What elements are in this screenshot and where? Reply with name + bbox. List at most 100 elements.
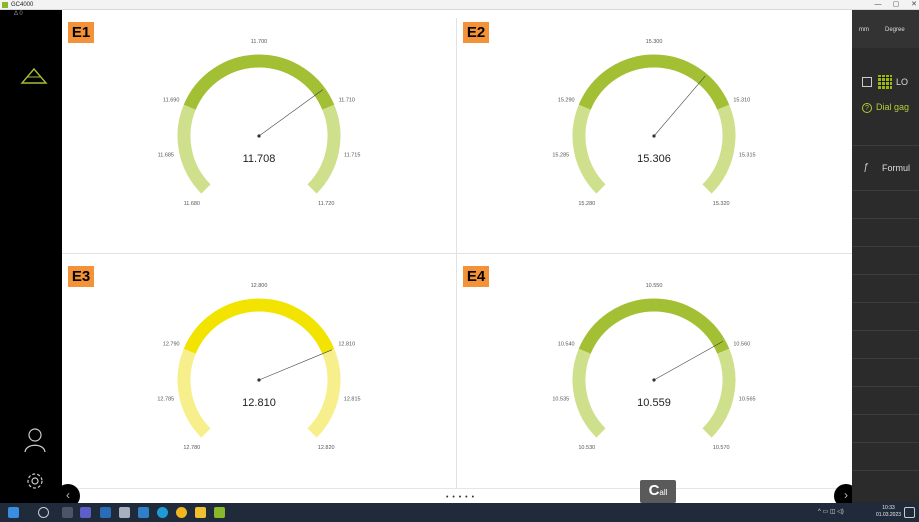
gauge-tick-label: 15.280 bbox=[578, 201, 595, 207]
gauge-tick-label: 10.535 bbox=[552, 397, 569, 403]
clock-date: 01.03.2023 bbox=[876, 512, 902, 518]
gauge-needle-hub bbox=[257, 378, 261, 382]
unit-mm[interactable]: mm bbox=[859, 27, 869, 33]
chevron-right-icon: › bbox=[844, 488, 848, 502]
row-divider bbox=[852, 358, 919, 359]
gauge-arc-high bbox=[702, 348, 736, 438]
gauge-panel-e2[interactable]: E2 15.280 15.285 15.290 15.300 15.310 15.315 1… bbox=[457, 10, 851, 252]
formula-label: Formul bbox=[882, 163, 911, 173]
formula-icon: ƒ bbox=[863, 162, 869, 173]
gauge-arc-high bbox=[307, 348, 341, 438]
gauge-arc-low bbox=[572, 104, 606, 194]
settings-button[interactable] bbox=[25, 471, 45, 491]
gear-icon bbox=[27, 473, 43, 489]
gauge-panel-e1[interactable]: E1 11.680 11.685 11.690 11.700 11.710 11.715 1… bbox=[62, 10, 456, 252]
task-view-icon[interactable] bbox=[62, 507, 73, 518]
outlook-icon[interactable] bbox=[100, 507, 111, 518]
table-grid-icon[interactable] bbox=[878, 75, 892, 89]
row-divider bbox=[852, 302, 919, 303]
edge-icon[interactable] bbox=[157, 507, 168, 518]
gauge-tick-label: 12.820 bbox=[318, 445, 335, 451]
gauge-value: 10.559 bbox=[637, 397, 671, 409]
tray-icons[interactable]: ^ ▭ ◫ ◁) bbox=[818, 508, 844, 515]
right-panel: mm Degree LO ? Dial gag ƒ Formul bbox=[852, 10, 919, 503]
row-divider bbox=[852, 274, 919, 275]
taskbar: ^ ▭ ◫ ◁) 10:33 01.03.2023 bbox=[0, 503, 919, 522]
gauge-arc-high bbox=[307, 104, 341, 194]
log-row[interactable]: LO bbox=[852, 72, 919, 94]
row-divider bbox=[852, 414, 919, 415]
delta-indicator: Δ 0 bbox=[14, 11, 23, 17]
folder-icon[interactable] bbox=[195, 507, 206, 518]
maximize-button[interactable]: ▢ bbox=[889, 0, 903, 10]
measure-mode-button[interactable] bbox=[20, 67, 48, 87]
gauge-tick-label: 11.715 bbox=[344, 153, 360, 159]
gauge-tick-label: 10.540 bbox=[558, 342, 575, 348]
export-icon[interactable] bbox=[862, 77, 872, 87]
unit-degree[interactable]: Degree bbox=[885, 27, 905, 33]
gauge-arc-band bbox=[578, 54, 730, 110]
gauge-arc-low bbox=[177, 104, 211, 194]
call-small-text: all bbox=[659, 488, 668, 497]
row-divider bbox=[852, 330, 919, 331]
call-all-button[interactable]: Call bbox=[640, 480, 676, 503]
dial-gauge-row[interactable]: ? Dial gag bbox=[852, 100, 919, 118]
gauge-needle-hub bbox=[652, 134, 656, 138]
gauge-tick-label: 11.690 bbox=[163, 98, 179, 104]
gauge-panel-e3[interactable]: E3 12.780 12.785 12.790 12.800 12.810 12.815 1… bbox=[62, 254, 456, 496]
notification-icon[interactable] bbox=[904, 507, 915, 518]
gauge-tick-label: 12.790 bbox=[163, 342, 180, 348]
gauge-tick-label: 10.570 bbox=[713, 445, 730, 451]
gauge-tick-label: 15.290 bbox=[558, 98, 575, 104]
gauge-panel-e4[interactable]: E4 10.530 10.535 10.540 10.550 10.560 10.565 1… bbox=[457, 254, 851, 496]
close-button[interactable]: ✕ bbox=[907, 0, 919, 10]
dial-gauge: 11.680 11.685 11.690 11.700 11.710 11.715 11.7… bbox=[158, 39, 361, 207]
row-divider bbox=[852, 246, 919, 247]
call-big-letter: C bbox=[648, 482, 660, 499]
teams-icon[interactable] bbox=[80, 507, 91, 518]
gauge-tick-label: 10.560 bbox=[733, 342, 750, 348]
gauge-tick-label: 15.285 bbox=[552, 153, 569, 159]
dial-gauge-label: Dial gag bbox=[876, 102, 910, 112]
gauge-arc-low bbox=[177, 348, 211, 438]
gauge-needle-hub bbox=[652, 378, 656, 382]
calculator-icon[interactable] bbox=[119, 507, 130, 518]
gauge-value: 11.708 bbox=[243, 153, 276, 165]
gauge-tick-label: 11.710 bbox=[339, 98, 355, 104]
minimize-button[interactable]: — bbox=[871, 0, 885, 10]
formula-row[interactable]: ƒ Formul bbox=[852, 157, 919, 181]
explorer-window-icon[interactable] bbox=[138, 507, 149, 518]
gauge-tick-label: 10.550 bbox=[646, 283, 663, 289]
gauge-needle bbox=[258, 89, 324, 137]
gauge-needle bbox=[258, 349, 333, 381]
app-icon bbox=[2, 2, 8, 8]
row-divider bbox=[852, 218, 919, 219]
search-icon[interactable] bbox=[38, 507, 49, 518]
start-icon[interactable] bbox=[8, 507, 19, 518]
gauge-tick-label: 11.700 bbox=[251, 39, 267, 45]
chrome-icon[interactable] bbox=[176, 507, 187, 518]
pyramid-icon bbox=[20, 67, 48, 84]
gauge-tick-label: 12.785 bbox=[157, 397, 174, 403]
title-bar: GC4000 — ▢ ✕ bbox=[0, 0, 919, 10]
gauge-tick-label: 15.310 bbox=[733, 98, 750, 104]
left-sidebar: Δ 0 bbox=[0, 10, 62, 503]
dial-gauge: 15.280 15.285 15.290 15.300 15.310 15.315 15.3… bbox=[552, 39, 755, 207]
gauge-tick-label: 10.530 bbox=[578, 445, 595, 451]
gauge-needle bbox=[653, 75, 706, 137]
help-icon: ? bbox=[862, 103, 872, 113]
gauge-tick-label: 15.320 bbox=[713, 201, 730, 207]
gauge-value: 15.306 bbox=[637, 153, 671, 165]
gauge-tick-label: 15.300 bbox=[646, 39, 663, 45]
row-divider bbox=[852, 145, 919, 146]
page-indicator[interactable]: • • • • • bbox=[446, 494, 475, 501]
user-button[interactable] bbox=[23, 426, 47, 454]
gauge-tick-label: 11.680 bbox=[184, 201, 200, 207]
gc4000-app-icon[interactable] bbox=[214, 507, 225, 518]
gauge-needle-hub bbox=[257, 134, 261, 138]
gauge-arc-band bbox=[183, 54, 335, 110]
unit-bar: mm Degree bbox=[852, 10, 919, 48]
gauge-tick-label: 12.810 bbox=[338, 342, 355, 348]
gauge-arc-band bbox=[578, 298, 730, 354]
clock[interactable]: 10:33 01.03.2023 bbox=[876, 505, 901, 519]
